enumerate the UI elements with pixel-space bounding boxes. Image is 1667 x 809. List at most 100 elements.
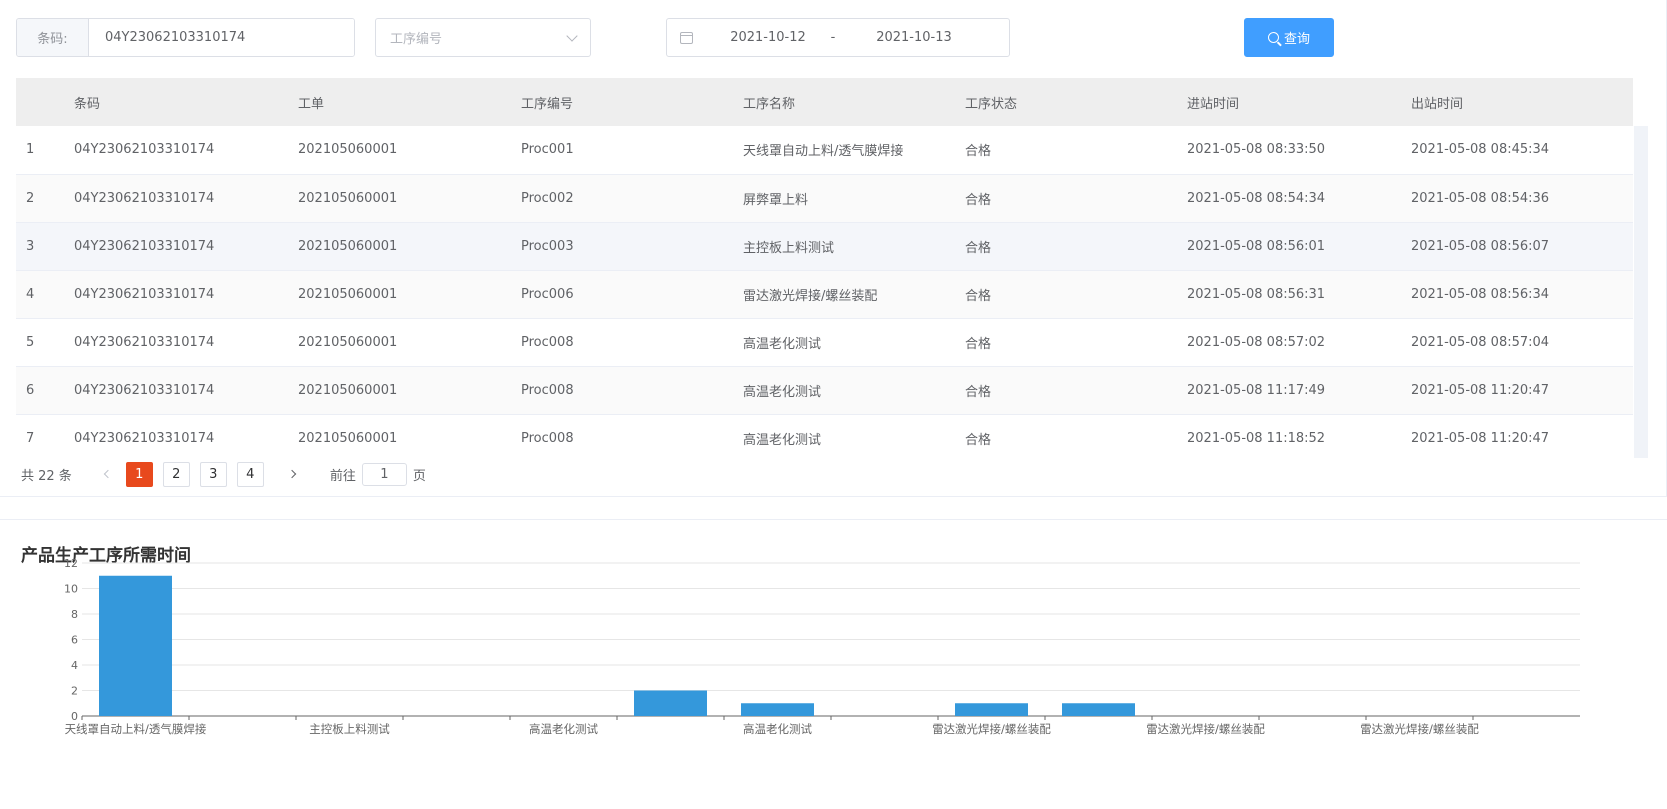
cell-process-code: Proc008 (521, 430, 574, 446)
cell-in-time: 2021-05-08 11:18:52 (1187, 430, 1326, 446)
col-process-name: 工序名称 (743, 96, 796, 112)
cell-in-time: 2021-05-08 08:57:02 (1187, 334, 1326, 350)
barcode-input[interactable] (89, 19, 354, 56)
col-barcode: 条码 (74, 96, 101, 112)
cell-in-time: 2021-05-08 08:54:34 (1187, 190, 1326, 206)
cell-barcode: 04Y23062103310174 (74, 142, 215, 158)
bar (741, 703, 814, 716)
date-range-picker[interactable]: 2021-10-12 - 2021-10-13 (666, 18, 1010, 57)
cell-in-time: 2021-05-08 08:33:50 (1187, 142, 1326, 158)
process-code-select[interactable]: 工序编号 (375, 18, 591, 57)
x-category-label: 主控板上料测试 (309, 722, 390, 736)
x-category-label: 高温老化测试 (743, 722, 812, 736)
search-icon (1267, 32, 1279, 43)
x-category-label: 雷达激光焊接/螺丝装配 (932, 722, 1051, 736)
cell-process-name: 雷达激光焊接/螺丝装配 (743, 288, 878, 304)
y-tick-label: 6 (71, 634, 78, 647)
cell-in-time: 2021-05-08 11:17:49 (1187, 382, 1326, 398)
query-button-label: 查询 (1283, 32, 1310, 47)
barcode-field: 条码: (16, 18, 355, 57)
cell-out-time: 2021-05-08 08:56:34 (1411, 286, 1550, 302)
cell-process-code: Proc002 (521, 190, 574, 206)
cell-out-time: 2021-05-08 11:20:47 (1411, 382, 1550, 398)
goto-prefix: 前往 (329, 468, 356, 484)
chevron-down-icon (566, 29, 578, 42)
cell-process-name: 天线罩自动上料/透气膜焊接 (743, 144, 904, 160)
col-out-time: 出站时间 (1411, 96, 1464, 112)
cell-index: 1 (26, 142, 35, 158)
filter-toolbar: 条码: 工序编号 2021-10-12 - 2021-10-13 查询 (16, 18, 1336, 58)
table-row[interactable]: 1 04Y23062103310174 202105060001 Proc001 天线罩… (16, 126, 1633, 174)
table-row[interactable]: 2 04Y23062103310174 202105060001 Proc002 屏弊罩… (16, 174, 1633, 222)
x-category-label: 雷达激光焊接/螺丝装配 (1146, 722, 1265, 736)
table-scrollbar[interactable] (1634, 126, 1648, 458)
cell-process-name: 高温老化测试 (743, 432, 822, 448)
y-tick-label: 4 (71, 659, 78, 672)
records-table: 条码 工单 工序编号 工序名称 工序状态 进站时间 出站时间 1 04Y23062… (16, 78, 1648, 458)
cell-work-order: 202105060001 (298, 142, 398, 158)
cell-in-time: 2021-05-08 08:56:01 (1187, 238, 1326, 254)
barcode-label: 条码: (17, 19, 89, 56)
cell-barcode: 04Y23062103310174 (74, 382, 215, 398)
cell-barcode: 04Y23062103310174 (74, 238, 215, 254)
process-code-placeholder: 工序编号 (390, 32, 443, 47)
y-tick-label: 2 (71, 685, 78, 698)
process-time-bar-chart: 024681012天线罩自动上料/透气膜焊接 主控板上料测试 高温老化测试 高温老化测… (64, 557, 1580, 736)
table-row[interactable]: 5 04Y23062103310174 202105060001 Proc008 高温老… (16, 318, 1633, 366)
page-1-button[interactable]: 1 (125, 461, 153, 487)
bar (99, 575, 172, 716)
x-category-label: 雷达激光焊接/螺丝装配 (1360, 722, 1479, 736)
cell-index: 4 (26, 286, 35, 302)
date-separator: - (830, 30, 836, 45)
cell-work-order: 202105060001 (298, 430, 398, 446)
records-panel: 条码: 工序编号 2021-10-12 - 2021-10-13 查询 条码 工… (0, 0, 1667, 497)
cell-process-status: 合格 (965, 144, 992, 160)
cell-out-time: 2021-05-08 08:56:07 (1411, 238, 1550, 254)
page-3-button[interactable]: 3 (199, 461, 227, 487)
page-4-button[interactable]: 4 (236, 461, 264, 487)
cell-process-status: 合格 (965, 432, 992, 448)
col-process-status: 工序状态 (965, 96, 1018, 112)
cell-in-time: 2021-05-08 08:56:31 (1187, 286, 1326, 302)
table-header-row: 条码 工单 工序编号 工序名称 工序状态 进站时间 出站时间 (16, 78, 1633, 126)
cell-process-status: 合格 (965, 288, 992, 304)
cell-index: 5 (26, 334, 35, 350)
query-button[interactable]: 查询 (1244, 18, 1334, 57)
cell-process-name: 高温老化测试 (743, 384, 822, 400)
goto-page: 前往 页 (329, 462, 426, 486)
cell-barcode: 04Y23062103310174 (74, 430, 215, 446)
table-row[interactable]: 3 04Y23062103310174 202105060001 Proc003 主控板… (16, 222, 1633, 270)
cell-work-order: 202105060001 (298, 238, 398, 254)
table-row[interactable]: 4 04Y23062103310174 202105060001 Proc006 雷达激… (16, 270, 1633, 318)
date-start[interactable]: 2021-10-12 (713, 30, 823, 45)
goto-suffix: 页 (412, 468, 426, 484)
cell-process-status: 合格 (965, 336, 992, 352)
cell-barcode: 04Y23062103310174 (74, 190, 215, 206)
page-2-button[interactable]: 2 (162, 461, 190, 487)
cell-process-status: 合格 (965, 240, 992, 256)
cell-work-order: 202105060001 (298, 382, 398, 398)
col-in-time: 进站时间 (1187, 96, 1240, 112)
cell-process-name: 屏弊罩上料 (743, 192, 809, 208)
table-row[interactable]: 6 04Y23062103310174 202105060001 Proc008 高温老… (16, 366, 1633, 414)
date-end[interactable]: 2021-10-13 (859, 30, 969, 45)
prev-page-icon[interactable] (100, 469, 116, 479)
cell-process-name: 高温老化测试 (743, 336, 822, 352)
chart-panel: 产品生产工序所需时间 0 2 4 6 8 10 12 天线罩自动上料/透气膜焊接 主控板上料测试… (0, 519, 1667, 808)
cell-process-status: 合格 (965, 384, 992, 400)
cell-work-order: 202105060001 (298, 334, 398, 350)
next-page-icon[interactable] (284, 469, 300, 479)
table-row[interactable]: 7 04Y23062103310174 202105060001 Proc008 高温老… (16, 414, 1633, 458)
y-tick-label: 8 (71, 608, 78, 621)
x-category-label: 高温老化测试 (529, 722, 598, 736)
cell-process-name: 主控板上料测试 (743, 240, 835, 256)
cell-index: 3 (26, 238, 35, 254)
goto-page-input[interactable] (361, 462, 407, 486)
col-index (16, 78, 74, 126)
cell-process-code: Proc006 (521, 286, 574, 302)
cell-process-code: Proc008 (521, 382, 574, 398)
cell-process-code: Proc003 (521, 238, 574, 254)
cell-process-status: 合格 (965, 192, 992, 208)
bar (1062, 703, 1135, 716)
x-category-label: 天线罩自动上料/透气膜焊接 (65, 722, 207, 736)
